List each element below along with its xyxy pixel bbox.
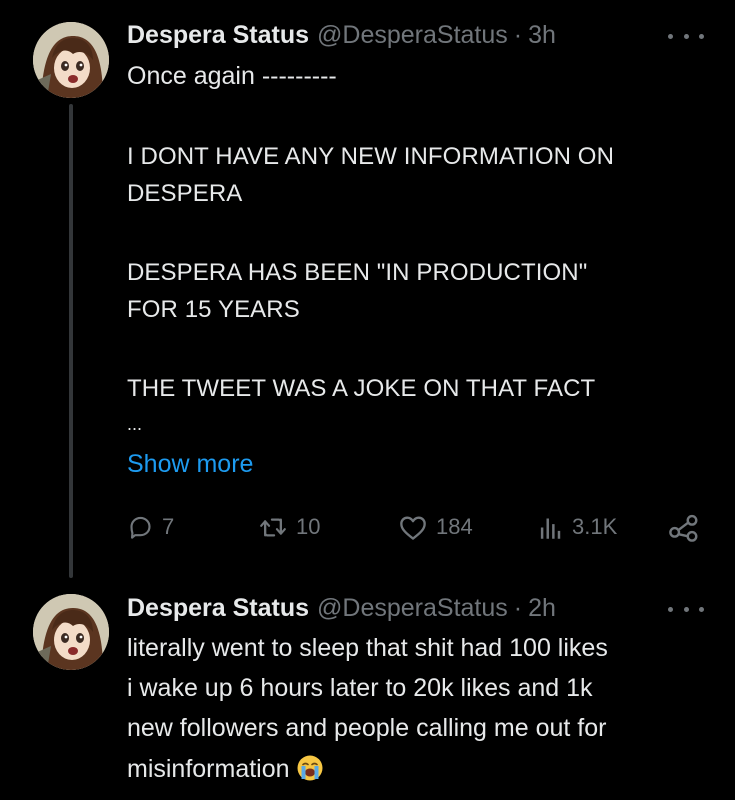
tweet-text-line: i wake up 6 hours later to 20k likes and… <box>127 674 593 702</box>
tweet-1[interactable]: Despera Status @DesperaStatus · 3h Once … <box>0 0 735 580</box>
show-more-link[interactable]: Show more <box>127 450 253 479</box>
more-options-icon[interactable] <box>668 599 704 619</box>
share-button[interactable] <box>668 510 700 544</box>
like-button[interactable]: 184 <box>398 510 473 544</box>
separator-dot: · <box>513 20 523 49</box>
avatar[interactable] <box>33 22 109 98</box>
more-options-icon[interactable] <box>668 26 704 46</box>
tweet-text-line: DESPERA <box>127 180 243 207</box>
avatar-anime-girl-image <box>33 22 109 98</box>
like-count: 184 <box>436 514 473 539</box>
tweet-text-fragment: misinformation <box>127 755 290 783</box>
reply-button[interactable]: 7 <box>127 510 174 544</box>
tweet-header: Despera Status @DesperaStatus · 2h <box>127 592 556 624</box>
handle[interactable]: @DesperaStatus <box>317 594 508 623</box>
reply-count: 7 <box>162 514 175 539</box>
views-button[interactable]: 3.1K <box>538 510 617 544</box>
separator-dot: · <box>513 593 523 622</box>
views-icon <box>540 518 561 539</box>
tweet-text-line: literally went to sleep that shit had 10… <box>127 634 608 662</box>
display-name[interactable]: Despera Status <box>127 21 309 50</box>
retweet-button[interactable]: 10 <box>258 510 320 544</box>
timestamp[interactable]: 2h <box>528 594 556 623</box>
avatar-anime-girl-image <box>33 594 109 670</box>
reply-icon <box>130 516 151 539</box>
tweet-text-line: FOR 15 YEARS <box>127 296 300 323</box>
tweet-header: Despera Status @DesperaStatus · 3h <box>127 19 556 51</box>
avatar[interactable] <box>33 594 109 670</box>
views-count: 3.1K <box>572 514 618 539</box>
share-icon <box>669 514 698 542</box>
retweet-icon <box>260 518 286 536</box>
retweet-count: 10 <box>296 514 321 539</box>
thread-line <box>69 104 73 578</box>
loudly-crying-face-icon <box>297 755 323 781</box>
display-name[interactable]: Despera Status <box>127 594 309 623</box>
handle[interactable]: @DesperaStatus <box>317 21 508 50</box>
tweet-text-line: I DONT HAVE ANY NEW INFORMATION ON <box>127 143 614 170</box>
tweet-text-line: DESPERA HAS BEEN "IN PRODUCTION" <box>127 259 588 286</box>
tweet-text-line: misinformation <box>127 754 324 784</box>
tweet-text-line: THE TWEET WAS A JOKE ON THAT FACT <box>127 375 596 402</box>
tweet-text-line: Once again --------- <box>127 62 337 90</box>
tweet-2[interactable]: Despera Status @DesperaStatus · 2h liter… <box>0 580 735 800</box>
tweet-text-line: new followers and people calling me out … <box>127 714 607 742</box>
timestamp[interactable]: 3h <box>528 21 556 50</box>
heart-icon <box>400 516 426 540</box>
tweet-text-ellipsis: ... <box>127 414 143 434</box>
